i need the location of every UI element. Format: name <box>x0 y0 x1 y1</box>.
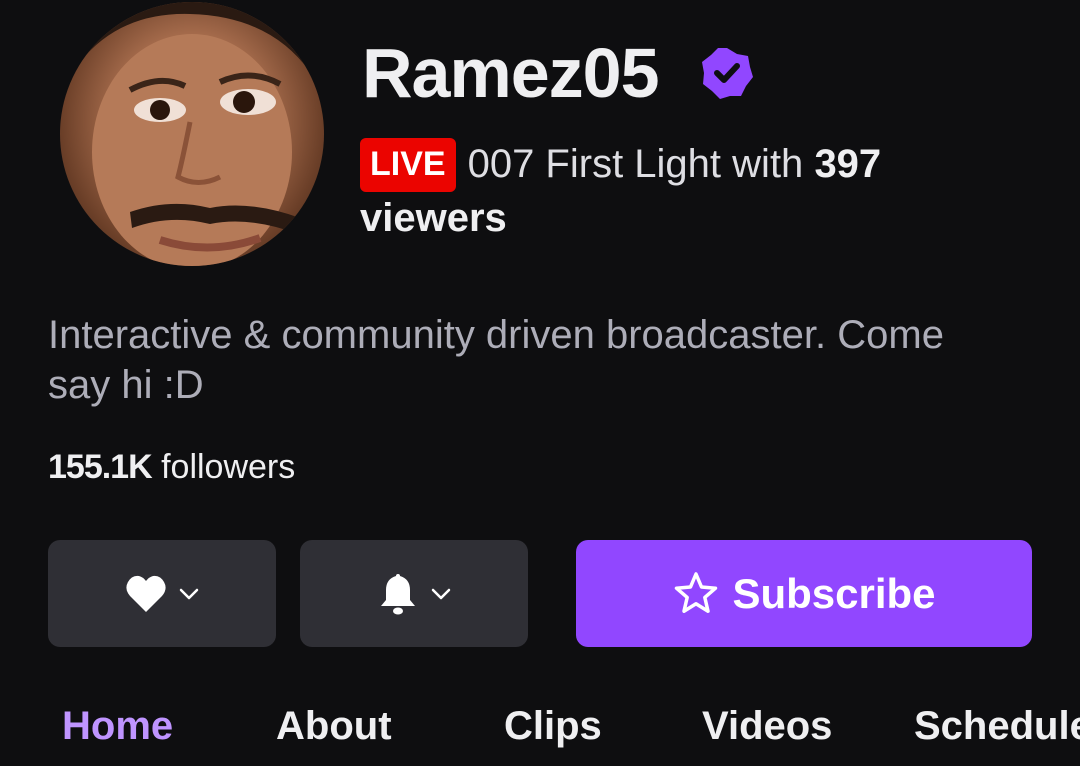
heart-icon <box>126 575 166 612</box>
subscribe-button[interactable]: Subscribe <box>576 540 1032 647</box>
follow-button[interactable] <box>48 540 276 647</box>
avatar-image <box>80 2 310 266</box>
followers-count: 155.1K followers <box>48 448 295 487</box>
star-icon <box>675 571 718 613</box>
viewers-label: viewers <box>360 196 507 240</box>
verified-badge-icon <box>702 48 753 99</box>
channel-name: Ramez05 <box>362 34 660 112</box>
tab-home[interactable]: Home <box>62 700 173 752</box>
tab-schedule[interactable]: Schedule <box>914 700 1080 752</box>
bell-icon <box>381 573 415 614</box>
tab-about[interactable]: About <box>276 700 392 752</box>
channel-header: Ramez05 LIVE 007 First Light with 397 vie… <box>0 0 1080 766</box>
chevron-down-icon <box>179 588 199 599</box>
subscribe-label: Subscribe <box>732 569 936 617</box>
avatar[interactable] <box>60 2 324 266</box>
live-badge: LIVE <box>360 138 456 192</box>
tab-videos[interactable]: Videos <box>702 700 832 752</box>
tab-clips[interactable]: Clips <box>504 700 602 752</box>
followers-label: followers <box>161 448 296 486</box>
game-name[interactable]: 007 First Light <box>468 142 721 186</box>
chevron-down-icon <box>431 588 451 599</box>
with-text: with <box>732 142 804 186</box>
live-status: LIVE 007 First Light with 397 viewers <box>360 138 980 244</box>
channel-tabs: Home About Clips Videos Schedule <box>0 700 1080 766</box>
followers-number: 155.1K <box>48 448 153 486</box>
channel-bio: Interactive & community driven broadcast… <box>48 313 944 407</box>
viewer-count: 397 <box>814 142 882 186</box>
notifications-button[interactable] <box>300 540 528 647</box>
